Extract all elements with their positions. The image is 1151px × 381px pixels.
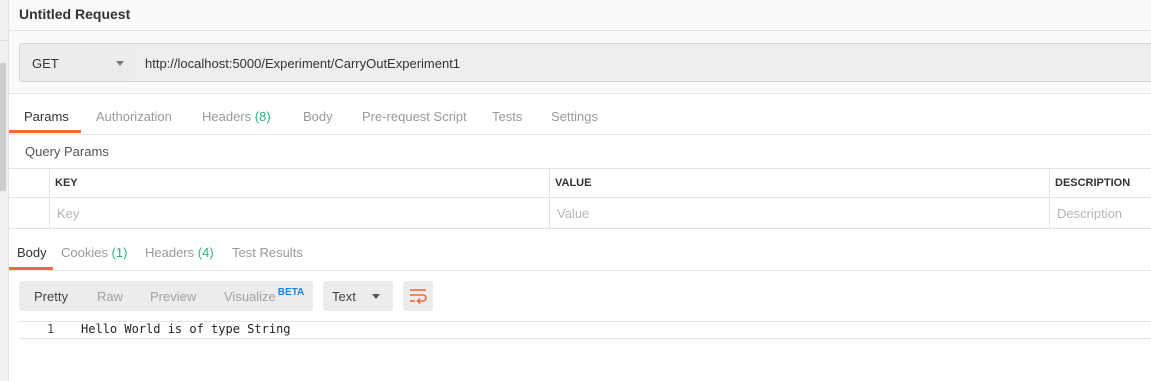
tab-headers[interactable]: Headers (8) [202, 109, 271, 124]
tab-label: Settings [551, 109, 598, 124]
scrollbar-thumb[interactable] [0, 63, 6, 191]
wrap-lines-icon [410, 289, 427, 304]
tab-count: (4) [197, 245, 214, 260]
method-label: GET [32, 56, 59, 71]
tab-label: Test Results [232, 245, 303, 260]
chevron-down-icon [116, 61, 124, 66]
tab-label: Headers [202, 109, 252, 124]
request-title-bar [9, 0, 1151, 31]
view-mode-selector: Pretty Raw Preview Visualize BETA [19, 281, 313, 311]
tab-label: Tests [492, 109, 523, 124]
visualize-label: Visualize [224, 289, 276, 304]
column-divider [49, 168, 50, 229]
tab-authorization[interactable]: Authorization [96, 109, 172, 124]
tab-label: Pre-request Script [362, 109, 467, 124]
tab-label: Params [24, 109, 69, 124]
response-body-text[interactable]: Hello World is of type String [81, 322, 291, 336]
key-input[interactable]: Key [57, 206, 79, 221]
column-header-value: VALUE [555, 177, 592, 189]
view-pretty-button[interactable]: Pretty [34, 289, 68, 304]
request-title[interactable]: Untitled Request [19, 6, 130, 22]
tab-settings[interactable]: Settings [551, 109, 598, 124]
tab-label: Cookies [61, 245, 108, 260]
beta-badge: BETA [277, 287, 305, 298]
tab-label: Authorization [96, 109, 172, 124]
response-tab-test-results[interactable]: Test Results [232, 245, 303, 260]
tab-label: Headers [145, 245, 195, 260]
left-scroll-gutter [0, 0, 9, 381]
response-tab-body[interactable]: Body [17, 245, 47, 260]
wrap-lines-button[interactable] [403, 281, 433, 311]
chevron-down-icon [372, 294, 380, 299]
url-input[interactable]: http://localhost:5000/Experiment/CarryOu… [134, 43, 1151, 82]
view-raw-button[interactable]: Raw [97, 289, 123, 304]
view-visualize-button[interactable]: Visualize BETA [224, 287, 305, 304]
format-select[interactable]: Text [323, 281, 393, 311]
response-tab-headers[interactable]: Headers (4) [145, 245, 214, 260]
tab-count: (8) [254, 109, 271, 124]
query-params-table: KEY VALUE DESCRIPTION Key Value Descript… [9, 168, 1151, 230]
tab-pre-request-script[interactable]: Pre-request Script [362, 109, 467, 124]
query-params-title: Query Params [25, 144, 109, 159]
line-number: 1 [47, 322, 55, 336]
column-divider [1049, 168, 1050, 229]
description-input[interactable]: Description [1057, 206, 1122, 221]
view-preview-button[interactable]: Preview [150, 289, 196, 304]
column-divider [549, 168, 550, 229]
column-header-key: KEY [55, 177, 78, 189]
method-select[interactable]: GET [19, 43, 135, 82]
active-tab-underline [9, 267, 53, 270]
response-tab-cookies[interactable]: Cookies (1) [61, 245, 127, 260]
value-input[interactable]: Value [557, 206, 589, 221]
tab-params[interactable]: Params [24, 109, 69, 124]
tab-label: Body [17, 245, 47, 260]
tab-tests[interactable]: Tests [492, 109, 522, 124]
tab-body[interactable]: Body [303, 109, 333, 124]
tab-count: (1) [111, 245, 128, 260]
gutter-divider [0, 40, 8, 41]
column-header-description: DESCRIPTION [1055, 177, 1131, 189]
format-label: Text [332, 289, 356, 304]
tab-label: Body [303, 109, 333, 124]
active-tab-underline [9, 130, 81, 133]
